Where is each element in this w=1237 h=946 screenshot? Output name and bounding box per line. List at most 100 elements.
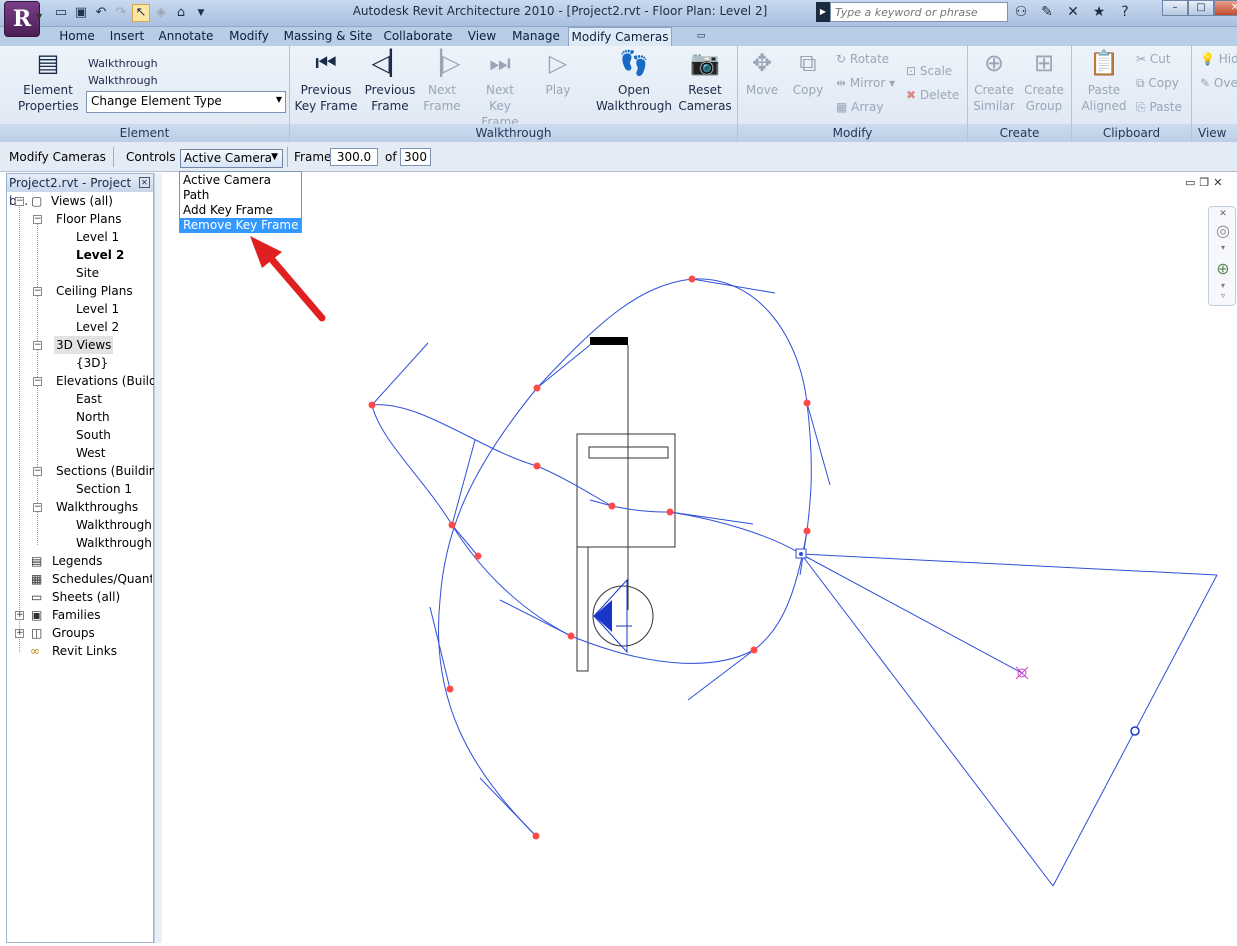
application-menu-button[interactable]: R (4, 1, 40, 37)
tree-item-3d[interactable]: {3D} (76, 354, 108, 372)
tree-item-section-1[interactable]: Section 1 (76, 480, 132, 498)
tree-item-south[interactable]: South (76, 426, 111, 444)
panel-splitter[interactable] (154, 173, 162, 943)
paste-aligned-button[interactable]: 📋 Paste Aligned (1076, 48, 1132, 114)
restore-icon[interactable]: ❐ (1199, 176, 1209, 189)
tab-modify[interactable]: Modify (222, 27, 276, 46)
collapse-toggle[interactable]: − (33, 467, 42, 476)
key-frame[interactable] (567, 632, 575, 640)
override-button[interactable]: ✎ Ove (1200, 76, 1237, 90)
option-path[interactable]: Path (180, 188, 301, 203)
element-properties-button[interactable]: ▤ Element Properties (18, 48, 79, 114)
key-frame[interactable] (688, 275, 696, 283)
tree-item-sections[interactable]: Sections (Building (56, 462, 164, 480)
move-button[interactable]: ✥ Move (744, 48, 780, 98)
chevron-down-icon[interactable]: ▾ (1213, 243, 1233, 252)
clipboard-copy-button[interactable]: ⧉ Copy (1136, 76, 1179, 91)
create-group-button[interactable]: ⊞ Create Group (1020, 48, 1068, 114)
open-icon[interactable]: ▭ (52, 4, 70, 22)
controls-select[interactable]: Active Camera ▼ (180, 149, 283, 168)
tree-item-east[interactable]: East (76, 390, 102, 408)
next-key-frame-button[interactable]: ⏭ Next Key Frame (470, 48, 530, 130)
select-cursor-icon[interactable]: ↖ (132, 4, 150, 22)
key-frame[interactable] (666, 508, 674, 516)
tree-item-revit-links[interactable]: Revit Links (52, 642, 117, 660)
search-expand-icon[interactable]: ▶ (816, 2, 830, 22)
play-button[interactable]: ▷ Play (536, 48, 580, 98)
minimize-icon[interactable]: – (1162, 0, 1188, 16)
reset-cameras-button[interactable]: 📷 Reset Cameras (676, 48, 734, 114)
paste-button[interactable]: ⎘ Paste (1136, 100, 1182, 115)
tree-item-walkthrough-1[interactable]: Walkthrough 1 (76, 516, 152, 534)
create-similar-button[interactable]: ⊕ Create Similar (970, 48, 1018, 114)
tab-massing-site[interactable]: Massing & Site (280, 27, 376, 46)
close-icon[interactable]: ✕ (1214, 0, 1237, 16)
tab-modify-cameras[interactable]: Modify Cameras (568, 27, 672, 46)
communication-icon[interactable]: ✕ (1062, 2, 1084, 22)
tree-item-floor-plan-level-1[interactable]: Level 1 (76, 228, 119, 246)
undo-icon[interactable]: ↶ (92, 4, 110, 22)
rotate-button[interactable]: ↻ Rotate (836, 52, 889, 66)
save-icon[interactable]: ▣ (72, 4, 90, 22)
key-frame[interactable] (803, 399, 811, 407)
tree-item-floor-plan-level-2[interactable]: Level 2 (76, 246, 124, 264)
navbar-close-icon[interactable]: ✕ (1213, 209, 1233, 219)
previous-frame-button[interactable]: ◁▏ Previous Frame (362, 48, 418, 114)
tree-item-sheets[interactable]: Sheets (all) (52, 588, 120, 606)
key-frame[interactable] (803, 527, 811, 535)
close-icon[interactable]: ✕ (139, 177, 150, 188)
frame-input[interactable]: 300.0 (330, 148, 378, 166)
tab-home[interactable]: Home (52, 27, 102, 46)
collapse-toggle[interactable]: − (33, 215, 42, 224)
collapse-toggle[interactable]: − (33, 503, 42, 512)
ribbon-minimize-icon[interactable]: ▭ (690, 27, 712, 46)
tree-item-schedules[interactable]: Schedules/Quantit (52, 570, 152, 588)
scale-button[interactable]: ⊡ Scale (906, 64, 952, 78)
subscription-icon[interactable]: ✎ (1036, 2, 1058, 22)
mirror-button[interactable]: ⇹ Mirror ▾ (836, 76, 895, 90)
3d-view-icon[interactable]: ⌂ (172, 4, 190, 22)
tree-item-walkthrough-2[interactable]: Walkthrough 2 (76, 534, 152, 552)
cut-button[interactable]: ✂ Cut (1136, 52, 1171, 66)
change-element-type-select[interactable]: Change Element Type ▼ (86, 91, 286, 113)
binoculars-icon[interactable]: ⚇ (1010, 2, 1032, 22)
tree-item-north[interactable]: North (76, 408, 110, 426)
collapse-toggle[interactable]: − (33, 287, 42, 296)
redo-icon[interactable]: ↷ (112, 4, 130, 22)
expand-toggle[interactable]: + (15, 629, 24, 638)
tree-item-elevations[interactable]: Elevations (Buildin (56, 372, 168, 390)
drawing-canvas[interactable] (162, 173, 1237, 943)
tree-item-floor-plans[interactable]: Floor Plans (56, 210, 121, 228)
tree-item-3d-views[interactable]: 3D Views (54, 336, 114, 354)
favorites-star-icon[interactable]: ★ (1088, 2, 1110, 22)
tree-item-ceiling-level-2[interactable]: Level 2 (76, 318, 119, 336)
tree-item-ceiling-plans[interactable]: Ceiling Plans (56, 282, 133, 300)
customize-qat-icon[interactable]: ▼ (192, 4, 210, 22)
tab-view[interactable]: View (462, 27, 502, 46)
option-active-camera[interactable]: Active Camera (180, 173, 301, 188)
search-input[interactable] (830, 2, 1008, 22)
tree-item-ceiling-level-1[interactable]: Level 1 (76, 300, 119, 318)
expand-toggle[interactable]: + (15, 611, 24, 620)
option-remove-key-frame[interactable]: Remove Key Frame (180, 218, 301, 233)
tree-item-west[interactable]: West (76, 444, 106, 462)
key-frame[interactable] (533, 462, 541, 470)
tree-item-groups[interactable]: Groups (52, 624, 95, 642)
steering-wheel-icon[interactable]: ◎ (1213, 221, 1233, 240)
next-frame-button[interactable]: ▕▷ Next Frame (418, 48, 466, 114)
tab-insert[interactable]: Insert (104, 27, 150, 46)
option-add-key-frame[interactable]: Add Key Frame (180, 203, 301, 218)
minimize-icon[interactable]: ▭ (1185, 176, 1195, 189)
key-frame[interactable] (532, 832, 540, 840)
far-clip-grip[interactable] (1130, 726, 1140, 736)
key-frame[interactable] (448, 521, 456, 529)
collapse-toggle[interactable]: − (33, 341, 42, 350)
chevron-down-icon[interactable]: ▼ (36, 12, 42, 21)
copy-button[interactable]: ⧉ Copy (790, 48, 826, 98)
total-frames-input[interactable]: 300 (400, 148, 431, 166)
collapse-toggle[interactable]: − (15, 197, 24, 206)
zoom-icon[interactable]: ⊕ (1213, 259, 1233, 278)
key-frame[interactable] (368, 401, 376, 409)
key-frame[interactable] (608, 502, 616, 510)
tab-manage[interactable]: Manage (508, 27, 564, 46)
